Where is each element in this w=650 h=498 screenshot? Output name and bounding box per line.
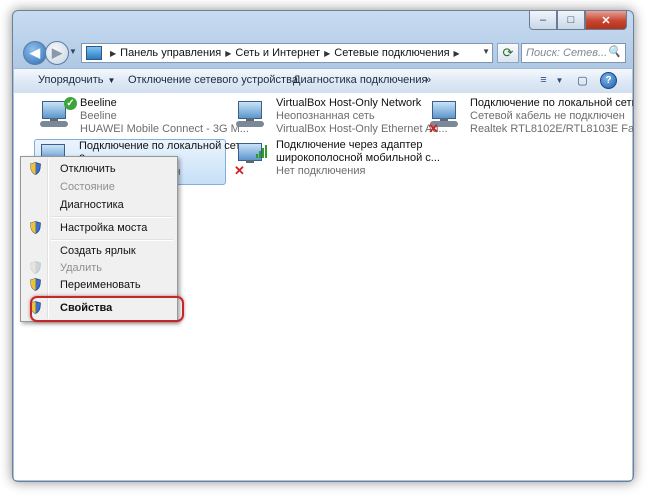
menu-item-diagnose[interactable]: Диагностика (23, 195, 175, 215)
connection-status: Нет подключения (276, 165, 366, 177)
window-controls: – □ ✕ (529, 11, 627, 30)
back-button[interactable]: ◀ (23, 41, 47, 65)
search-box[interactable]: Поиск: Сетев... 🔍 (521, 43, 626, 63)
connection-name: Beeline (80, 97, 117, 109)
search-icon[interactable]: 🔍 (607, 45, 621, 58)
connection-beeline[interactable]: ✓ Beeline Beeline HUAWEI Mobile Connect … (36, 97, 249, 141)
connection-local-area[interactable]: ✕ Подключение по локальной сети Сетевой … (426, 97, 633, 141)
close-button[interactable]: ✕ (585, 11, 627, 30)
chevron-down-icon: ▼ (107, 76, 116, 85)
breadcrumb-separator[interactable]: ▶ (454, 49, 460, 58)
breadcrumb-separator[interactable]: ▶ (110, 49, 116, 58)
connection-mobile-broadband[interactable]: ✕ Подключение через адаптер широкополосн… (232, 139, 440, 183)
maximize-button[interactable]: □ (557, 11, 585, 30)
breadcrumb-control-panel[interactable]: Панель управления (120, 47, 221, 59)
address-dropdown[interactable]: ▼ (482, 47, 490, 56)
connection-name: Подключение по локальной сети (470, 97, 634, 109)
connection-device: VirtualBox Host-Only Ethernet Ad... (276, 123, 448, 135)
change-view-icon[interactable]: ≡ (535, 72, 552, 88)
properties-highlight-annotation (30, 296, 184, 322)
breadcrumb-network-connections[interactable]: Сетевые подключения (334, 47, 449, 59)
connection-status: Beeline (80, 110, 117, 122)
address-bar[interactable]: ▶ Панель управления ▶ Сеть и Интернет ▶ … (81, 43, 493, 63)
connection-device: Realtek RTL8102E/RTL8103E Famil... (470, 123, 634, 135)
minimize-button[interactable]: – (529, 11, 557, 30)
control-panel-icon (86, 46, 102, 60)
preview-pane-icon[interactable]: ▢ (574, 72, 591, 88)
recent-pages-dropdown[interactable]: ▼ (69, 47, 77, 56)
navigation-bar: ◀ ▶ ▼ ▶ Панель управления ▶ Сеть и Интер… (21, 41, 627, 67)
connection-status: Сетевой кабель не подключен (470, 110, 625, 122)
connection-status: Неопознанная сеть (276, 110, 375, 122)
menu-item-status[interactable]: Состояние (23, 177, 175, 197)
disable-device-button[interactable]: Отключение сетевого устройства (128, 74, 298, 86)
search-input[interactable]: Поиск: Сетев... (526, 47, 607, 59)
connection-name: Подключение через адаптер (276, 139, 423, 151)
refresh-button[interactable]: ⟳ (497, 43, 519, 63)
diagnose-button[interactable]: Диагностика подключения (293, 74, 427, 86)
help-icon[interactable]: ? (600, 72, 617, 89)
connection-device: HUAWEI Mobile Connect - 3G M... (80, 123, 249, 135)
connection-name: Подключение по локальной сети (79, 140, 247, 152)
ethernet-icon: ✕ (428, 97, 462, 136)
error-x-icon: ✕ (428, 121, 439, 136)
connection-virtualbox[interactable]: VirtualBox Host-Only Network Неопознанна… (232, 97, 448, 141)
connection-name: VirtualBox Host-Only Network (276, 97, 422, 109)
uac-shield-icon (30, 261, 41, 274)
organize-button[interactable]: Упорядочить ▼ (38, 74, 115, 86)
uac-shield-icon (30, 278, 41, 291)
uac-shield-icon (30, 221, 41, 234)
ethernet-icon (234, 97, 268, 133)
breadcrumb-separator[interactable]: ▶ (324, 49, 330, 58)
breadcrumb-network-internet[interactable]: Сеть и Интернет (235, 47, 320, 59)
menu-item-bridge[interactable]: Настройка моста (23, 218, 175, 238)
command-toolbar: Упорядочить ▼ Отключение сетевого устройс… (14, 68, 632, 94)
connection-name-line2: широкополосной мобильной с... (276, 152, 440, 164)
mobile-broadband-icon: ✕ (234, 139, 268, 178)
more-commands-button[interactable]: » (425, 74, 431, 86)
modem-icon: ✓ (38, 97, 77, 133)
error-x-icon: ✕ (234, 163, 245, 178)
menu-item-disable[interactable]: Отключить (23, 159, 175, 179)
uac-shield-icon (30, 162, 41, 175)
view-options-dropdown[interactable]: ▼ (551, 72, 568, 88)
menu-item-rename[interactable]: Переименовать (23, 275, 175, 295)
breadcrumb-separator[interactable]: ▶ (225, 49, 231, 58)
connected-check-icon: ✓ (64, 97, 77, 110)
forward-button[interactable]: ▶ (45, 41, 69, 65)
